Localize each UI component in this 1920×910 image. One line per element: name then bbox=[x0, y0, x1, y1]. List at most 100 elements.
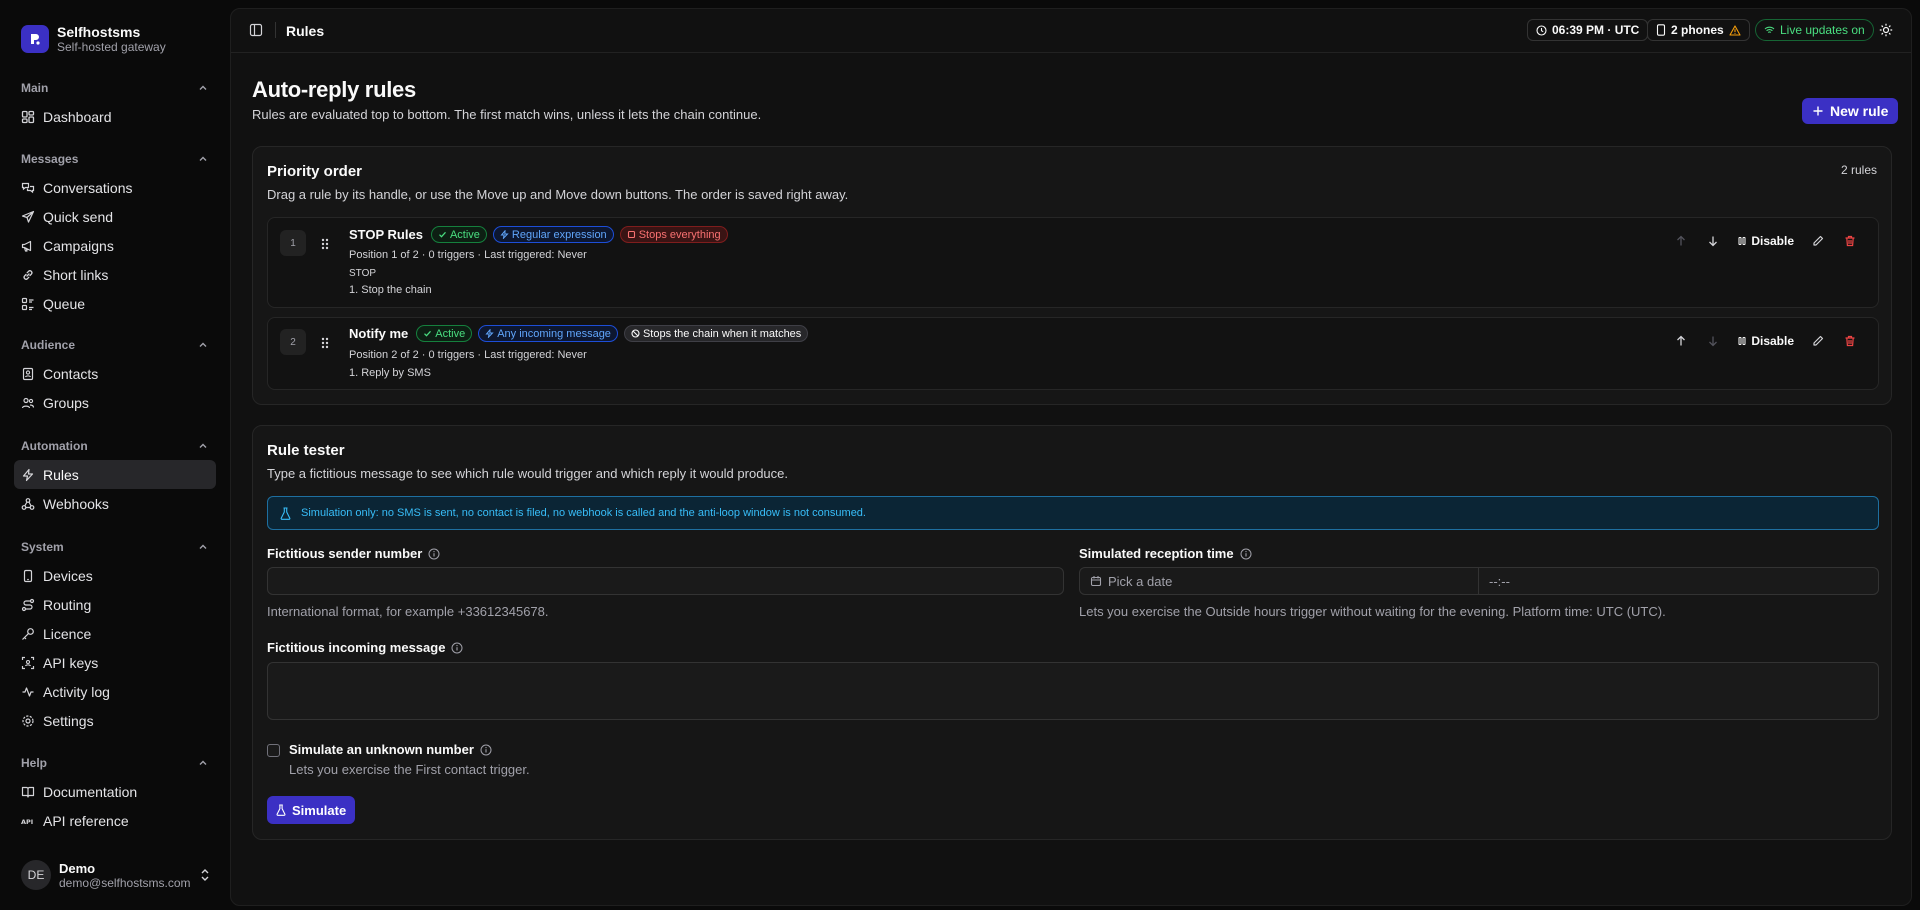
sidebar-item-documentation[interactable]: Documentation bbox=[14, 777, 216, 806]
nav-group-toggle[interactable]: Help bbox=[14, 749, 216, 777]
sidebar-item-label: Campaigns bbox=[43, 237, 114, 254]
user-menu[interactable]: DE Demo demo@selfhostsms.com bbox=[21, 860, 211, 890]
sidebar-item-dashboard[interactable]: Dashboard bbox=[14, 102, 216, 131]
book-icon bbox=[21, 786, 35, 798]
clock-badge: 06:39 PM · UTC bbox=[1527, 19, 1649, 41]
sidebar-item-rules[interactable]: Rules bbox=[14, 460, 216, 489]
sidebar-toggle-icon[interactable] bbox=[249, 23, 263, 37]
info-icon[interactable] bbox=[1240, 548, 1252, 560]
brand[interactable]: Selfhostsms Self-hosted gateway bbox=[21, 24, 166, 54]
nav-group-label: Messages bbox=[21, 152, 79, 166]
pencil-icon bbox=[1813, 335, 1824, 346]
sidebar-item-short-links[interactable]: Short links bbox=[14, 260, 216, 289]
delete-button[interactable] bbox=[1834, 235, 1866, 247]
check-icon bbox=[439, 231, 446, 238]
nav-group-toggle[interactable]: System bbox=[14, 533, 216, 561]
priority-order-card: Priority order Drag a rule by its handle… bbox=[252, 146, 1892, 405]
pencil-icon bbox=[1813, 235, 1824, 246]
message-label: Fictitious incoming message bbox=[267, 640, 463, 655]
date-placeholder: Pick a date bbox=[1108, 573, 1173, 589]
activity-icon bbox=[22, 686, 34, 697]
chevron-up-icon bbox=[199, 443, 207, 448]
sidebar-item-licence[interactable]: Licence bbox=[14, 619, 216, 648]
drag-handle-icon[interactable] bbox=[320, 237, 330, 251]
unknown-number-checkbox[interactable] bbox=[267, 744, 280, 757]
incoming-message-textarea[interactable] bbox=[267, 662, 1879, 720]
sidebar-item-devices[interactable]: Devices bbox=[14, 561, 216, 590]
contacts-icon bbox=[22, 367, 34, 380]
sidebar-item-campaigns[interactable]: Campaigns bbox=[14, 231, 216, 260]
sidebar-item-settings[interactable]: Settings bbox=[14, 706, 216, 735]
main-panel: Rules 06:39 PM · UTC 2 phones Live updat… bbox=[230, 8, 1912, 906]
sidebar-item-contacts[interactable]: Contacts bbox=[14, 359, 216, 388]
chevron-up-icon bbox=[199, 156, 207, 161]
avatar: DE bbox=[21, 860, 51, 890]
disable-button[interactable]: Disable bbox=[1729, 334, 1802, 348]
info-icon[interactable] bbox=[428, 548, 440, 560]
sidebar-item-label: Dashboard bbox=[43, 108, 112, 125]
phones-button[interactable]: 2 phones bbox=[1647, 19, 1750, 41]
move-up-button[interactable] bbox=[1665, 335, 1697, 347]
drag-handle-icon[interactable] bbox=[320, 336, 330, 350]
sender-number-input[interactable] bbox=[267, 567, 1064, 595]
brand-name: Selfhostsms bbox=[57, 24, 141, 40]
sidebar-item-groups[interactable]: Groups bbox=[14, 388, 216, 417]
info-icon[interactable] bbox=[480, 744, 492, 756]
chevron-up-icon bbox=[199, 760, 207, 765]
nav-group-toggle[interactable]: Automation bbox=[14, 432, 216, 460]
delete-button[interactable] bbox=[1834, 335, 1866, 347]
edit-button[interactable] bbox=[1802, 235, 1834, 247]
move-up-button[interactable] bbox=[1665, 235, 1697, 247]
sidebar-item-label: API keys bbox=[43, 654, 99, 671]
flask-icon bbox=[276, 804, 286, 816]
status-badge-label: Active bbox=[449, 228, 480, 241]
sidebar-item-quick-send[interactable]: Quick send bbox=[14, 202, 216, 231]
megaphone-icon bbox=[21, 240, 32, 252]
sidebar-item-routing[interactable]: Routing bbox=[14, 590, 216, 619]
sun-icon[interactable] bbox=[1879, 23, 1893, 37]
date-picker-button[interactable]: Pick a date bbox=[1079, 567, 1479, 595]
sender-hint: International format, for example +33612… bbox=[267, 604, 549, 619]
unknown-number-label[interactable]: Simulate an unknown number bbox=[289, 742, 492, 757]
nav-group-toggle[interactable]: Audience bbox=[14, 331, 216, 359]
move-down-button[interactable] bbox=[1697, 335, 1729, 347]
sidebar-item-label: Devices bbox=[43, 567, 93, 584]
status-badge: Active bbox=[416, 325, 473, 342]
sidebar-item-conversations[interactable]: Conversations bbox=[14, 173, 216, 202]
chain-badge-label: Stops everything bbox=[638, 228, 721, 241]
move-down-button[interactable] bbox=[1697, 235, 1729, 247]
trash-icon bbox=[1845, 335, 1855, 347]
page-title: Auto-reply rules bbox=[252, 77, 416, 102]
chain-badge-label: Stops the chain when it matches bbox=[642, 327, 802, 340]
sidebar-item-api-reference[interactable]: API API reference bbox=[14, 806, 216, 835]
reception-label: Simulated reception time bbox=[1079, 546, 1252, 561]
new-rule-button[interactable]: New rule bbox=[1802, 98, 1899, 124]
clock-icon bbox=[1536, 24, 1547, 36]
sender-label: Fictitious sender number bbox=[267, 546, 440, 561]
rule-header: STOP Rules Active Regular expression Sto… bbox=[349, 226, 728, 243]
arrow-down-icon bbox=[1709, 336, 1718, 347]
time-input[interactable]: --:-- bbox=[1478, 567, 1879, 595]
nav-group-toggle[interactable]: Main bbox=[14, 74, 216, 102]
simulation-notice-text: Simulation only: no SMS is sent, no cont… bbox=[301, 507, 866, 519]
unknown-number-hint: Lets you exercise the First contact trig… bbox=[289, 762, 530, 777]
rule-tester-card: Rule tester Type a fictitious message to… bbox=[252, 425, 1892, 840]
sidebar-item-api-keys[interactable]: API keys bbox=[14, 648, 216, 677]
chevron-up-icon bbox=[199, 544, 207, 549]
sidebar-item-label: Contacts bbox=[43, 365, 99, 382]
reception-hint: Lets you exercise the Outside hours trig… bbox=[1079, 604, 1666, 619]
sidebar-item-queue[interactable]: Queue bbox=[14, 289, 216, 318]
trigger-badge-label: Any incoming message bbox=[497, 327, 611, 340]
info-icon[interactable] bbox=[451, 642, 463, 654]
simulate-button[interactable]: Simulate bbox=[267, 796, 356, 824]
nav-group-toggle[interactable]: Messages bbox=[14, 145, 216, 173]
sidebar-item-webhooks[interactable]: Webhooks bbox=[14, 489, 216, 518]
sidebar-item-activity-log[interactable]: Activity log bbox=[14, 677, 216, 706]
status-badge-label: Active bbox=[435, 327, 466, 340]
simulate-label: Simulate bbox=[292, 802, 347, 818]
disable-button[interactable]: Disable bbox=[1729, 234, 1802, 248]
edit-button[interactable] bbox=[1802, 335, 1834, 347]
sidebar-item-label: Webhooks bbox=[43, 495, 109, 512]
nav-group-label: Help bbox=[21, 756, 48, 770]
live-updates-badge[interactable]: Live updates on bbox=[1755, 19, 1874, 41]
